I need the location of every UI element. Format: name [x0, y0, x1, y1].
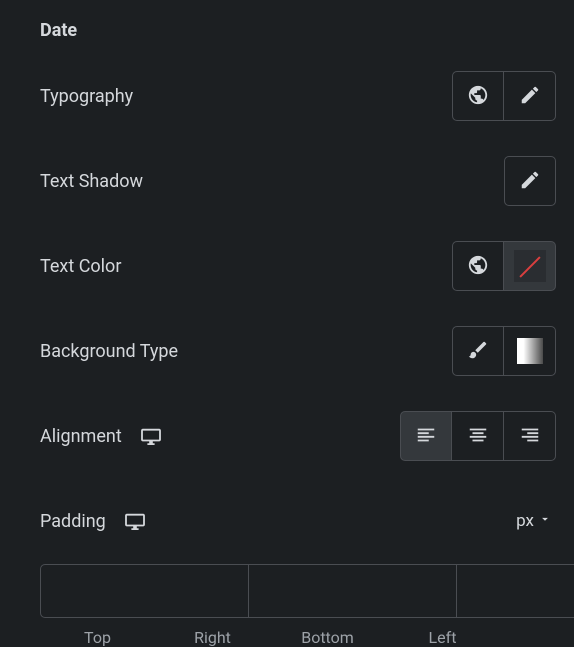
- text-shadow-row: Text Shadow: [40, 156, 556, 206]
- text-color-row: Text Color: [40, 241, 556, 291]
- padding-inputs: [40, 564, 556, 618]
- spacer: [500, 628, 556, 647]
- typography-edit-button[interactable]: [504, 71, 556, 121]
- background-classic-button[interactable]: [452, 326, 504, 376]
- padding-side-labels: Top Right Bottom Left: [40, 628, 556, 647]
- alignment-controls: [400, 411, 556, 461]
- align-center-button[interactable]: [452, 411, 504, 461]
- color-none-icon: [514, 250, 546, 282]
- typography-label: Typography: [40, 86, 133, 107]
- padding-top-input[interactable]: [40, 564, 249, 618]
- alignment-row: Alignment: [40, 411, 556, 461]
- alignment-label-group: Alignment: [40, 426, 162, 447]
- responsive-toggle[interactable]: [124, 512, 146, 530]
- padding-row-header: Padding px: [40, 496, 556, 546]
- background-type-row: Background Type: [40, 326, 556, 376]
- padding-right-input[interactable]: [249, 564, 457, 618]
- text-color-label: Text Color: [40, 256, 121, 277]
- padding-unit-select[interactable]: px: [516, 511, 556, 531]
- chevron-down-icon: [538, 511, 552, 531]
- text-shadow-label: Text Shadow: [40, 171, 143, 192]
- alignment-label: Alignment: [40, 426, 122, 447]
- gradient-icon: [517, 338, 543, 364]
- align-right-icon: [519, 424, 541, 449]
- align-left-button[interactable]: [400, 411, 452, 461]
- globe-icon: [467, 254, 489, 279]
- padding-label: Padding: [40, 511, 106, 532]
- text-color-controls: [452, 241, 556, 291]
- text-color-swatch-button[interactable]: [504, 241, 556, 291]
- background-type-controls: [452, 326, 556, 376]
- text-color-globe-button[interactable]: [452, 241, 504, 291]
- padding-label-group: Padding: [40, 511, 146, 532]
- brush-icon: [467, 339, 489, 364]
- padding-bottom-label: Bottom: [270, 628, 385, 647]
- padding-unit-value: px: [516, 511, 534, 531]
- text-shadow-edit-button[interactable]: [504, 156, 556, 206]
- background-type-label: Background Type: [40, 341, 178, 362]
- typography-row: Typography: [40, 71, 556, 121]
- padding-left-label: Left: [385, 628, 500, 647]
- typography-controls: [452, 71, 556, 121]
- padding-bottom-input[interactable]: [457, 564, 574, 618]
- background-gradient-button[interactable]: [504, 326, 556, 376]
- pencil-icon: [519, 169, 541, 194]
- padding-top-label: Top: [40, 628, 155, 647]
- typography-globe-button[interactable]: [452, 71, 504, 121]
- padding-right-label: Right: [155, 628, 270, 647]
- align-left-icon: [415, 424, 437, 449]
- align-right-button[interactable]: [504, 411, 556, 461]
- globe-icon: [467, 84, 489, 109]
- section-title: Date: [40, 20, 556, 41]
- responsive-toggle[interactable]: [140, 427, 162, 445]
- pencil-icon: [519, 84, 541, 109]
- align-center-icon: [467, 424, 489, 449]
